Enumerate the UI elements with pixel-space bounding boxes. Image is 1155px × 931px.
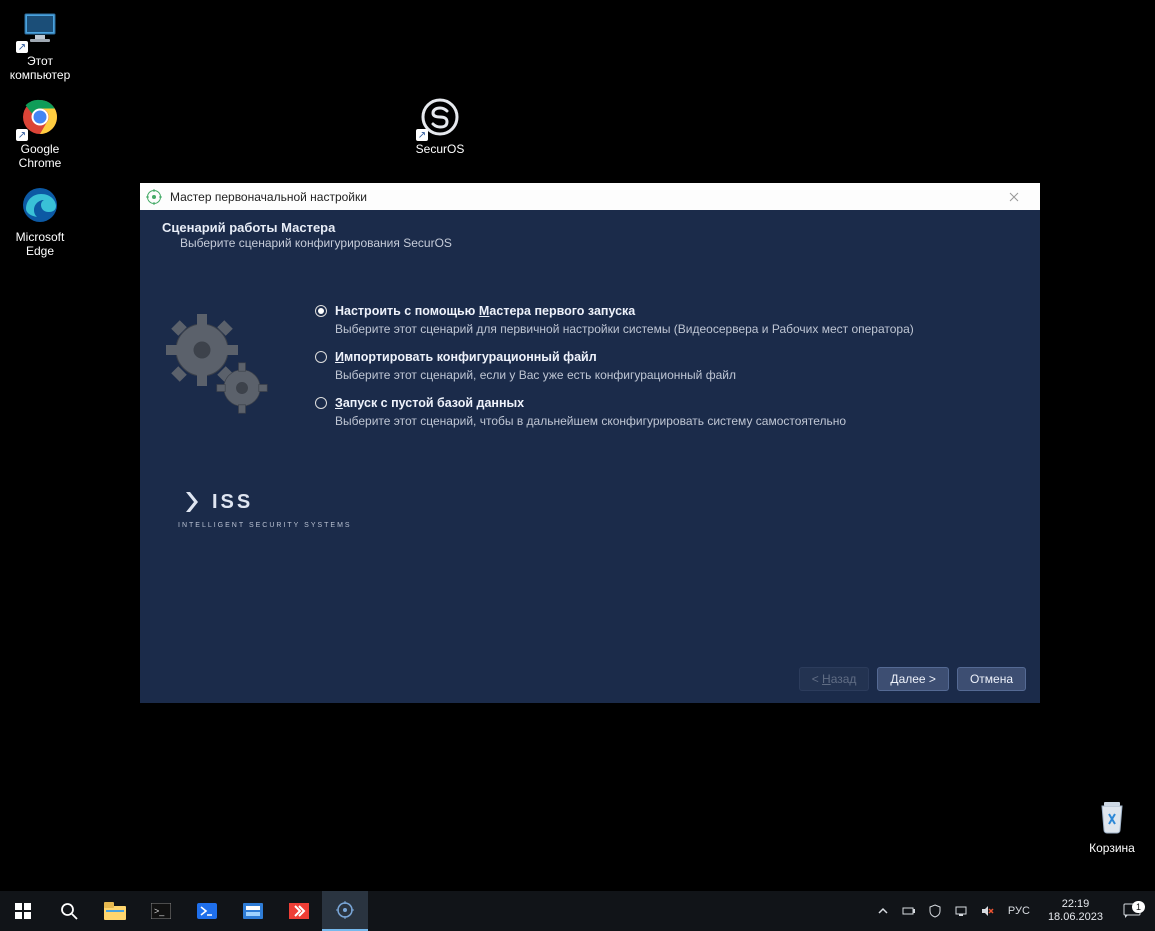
windows-logo-icon <box>15 903 31 919</box>
tray-network-icon[interactable] <box>950 891 972 931</box>
action-center-button[interactable]: 1 <box>1115 903 1149 919</box>
power-icon <box>902 904 916 918</box>
back-button: < Назад <box>799 667 870 691</box>
tray-clock[interactable]: 22:19 18.06.2023 <box>1040 898 1111 924</box>
tray-overflow-button[interactable] <box>872 891 894 931</box>
radio-unselected-icon[interactable] <box>315 351 327 363</box>
wizard-app-icon <box>335 900 355 920</box>
wizard-body: Сценарий работы Мастера Выберите сценари… <box>140 210 1040 703</box>
tray-language[interactable]: РУС <box>1002 891 1036 931</box>
desktop-icon-label: GoogleChrome <box>0 142 80 170</box>
cancel-button[interactable]: Отмена <box>957 667 1026 691</box>
window-title: Мастер первоначальной настройки <box>170 190 367 204</box>
radio-selected-icon[interactable] <box>315 305 327 317</box>
svg-text:ISS: ISS <box>212 491 253 513</box>
network-icon <box>954 904 968 918</box>
tray-security-icon[interactable] <box>924 891 946 931</box>
option-empty-db[interactable]: Запуск с пустой базой данных Выберите эт… <box>315 396 1010 428</box>
taskbar-app-securos-wizard[interactable] <box>322 891 368 931</box>
option-title: Запуск с пустой базой данных <box>335 396 524 410</box>
chrome-icon: ↗ <box>19 96 61 138</box>
next-button[interactable]: Далее > <box>877 667 949 691</box>
recycle-bin-icon <box>1091 795 1133 837</box>
computer-icon: ↗ <box>19 8 61 50</box>
gears-icon <box>160 310 280 430</box>
shield-icon <box>928 904 942 918</box>
file-explorer-icon <box>104 902 126 920</box>
option-import-config[interactable]: Импортировать конфигурационный файл Выбе… <box>315 350 1010 382</box>
taskbar-app-server-manager[interactable] <box>230 891 276 931</box>
tray-date: 18.06.2023 <box>1048 911 1103 924</box>
anydesk-icon <box>289 903 309 919</box>
shortcut-arrow-icon: ↗ <box>16 41 28 53</box>
securos-icon: ↗ <box>419 96 461 138</box>
search-button[interactable] <box>46 891 92 931</box>
desktop-icon-recycle-bin[interactable]: Корзина <box>1072 795 1152 855</box>
taskbar-app-powershell[interactable] <box>184 891 230 931</box>
wizard-options: Настроить с помощью Мастера первого запу… <box>315 304 1010 442</box>
shortcut-arrow-icon: ↗ <box>416 129 428 141</box>
server-manager-icon <box>243 903 263 919</box>
option-first-run-wizard[interactable]: Настроить с помощью Мастера первого запу… <box>315 304 1010 336</box>
vendor-logo: ISS INTELLIGENT SECURITY SYSTEMS <box>178 488 352 529</box>
tray-power-icon[interactable] <box>898 891 920 931</box>
search-icon <box>60 902 78 920</box>
option-desc: Выберите этот сценарий, чтобы в дальнейш… <box>335 414 1010 428</box>
taskbar-app-anydesk[interactable] <box>276 891 322 931</box>
taskbar[interactable]: >_ РУС 22:19 18.06.2023 <box>0 891 1155 931</box>
titlebar[interactable]: Мастер первоначальной настройки <box>140 183 1040 210</box>
taskbar-app-explorer[interactable] <box>92 891 138 931</box>
wizard-app-icon <box>146 189 162 205</box>
desktop-icon-this-pc[interactable]: ↗ Этоткомпьютер <box>0 8 80 82</box>
wizard-heading: Сценарий работы Мастера <box>162 220 1018 235</box>
tray-volume-icon[interactable] <box>976 891 998 931</box>
wizard-subheading: Выберите сценарий конфигурирования Secur… <box>162 236 1018 250</box>
desktop-icon-chrome[interactable]: ↗ GoogleChrome <box>0 96 80 170</box>
desktop-icon-edge[interactable]: MicrosoftEdge <box>0 184 80 258</box>
powershell-icon <box>197 903 217 919</box>
start-button[interactable] <box>0 891 46 931</box>
desktop-icon-label: SecurOS <box>400 142 480 156</box>
option-title: Импортировать конфигурационный файл <box>335 350 597 364</box>
close-icon <box>1009 192 1019 202</box>
desktop-icon-securos[interactable]: ↗ SecurOS <box>400 96 480 156</box>
option-desc: Выберите этот сценарий для первичной нас… <box>335 322 1010 336</box>
volume-mute-icon <box>980 904 994 918</box>
window-close-button[interactable] <box>994 183 1034 210</box>
desktop-icon-label: Этоткомпьютер <box>0 54 80 82</box>
option-title: Настроить с помощью Мастера первого запу… <box>335 304 635 318</box>
notification-badge: 1 <box>1132 901 1145 913</box>
tray-time: 22:19 <box>1048 898 1103 911</box>
desktop-icon-label: Корзина <box>1072 841 1152 855</box>
svg-text:>_: >_ <box>154 906 165 916</box>
terminal-icon: >_ <box>151 903 171 919</box>
shortcut-arrow-icon: ↗ <box>16 129 28 141</box>
system-tray: РУС 22:19 18.06.2023 1 <box>872 891 1155 931</box>
desktop-icon-label: MicrosoftEdge <box>0 230 80 258</box>
option-desc: Выберите этот сценарий, если у Вас уже е… <box>335 368 1010 382</box>
edge-icon <box>19 184 61 226</box>
taskbar-app-cmd[interactable]: >_ <box>138 891 184 931</box>
desktop[interactable]: ↗ Этоткомпьютер ↗ GoogleChrome Microsoft… <box>0 0 1155 891</box>
chevron-up-icon <box>878 906 888 916</box>
radio-unselected-icon[interactable] <box>315 397 327 409</box>
wizard-window: Мастер первоначальной настройки Сценарий… <box>140 183 1040 703</box>
vendor-logo-sub: INTELLIGENT SECURITY SYSTEMS <box>178 522 352 529</box>
